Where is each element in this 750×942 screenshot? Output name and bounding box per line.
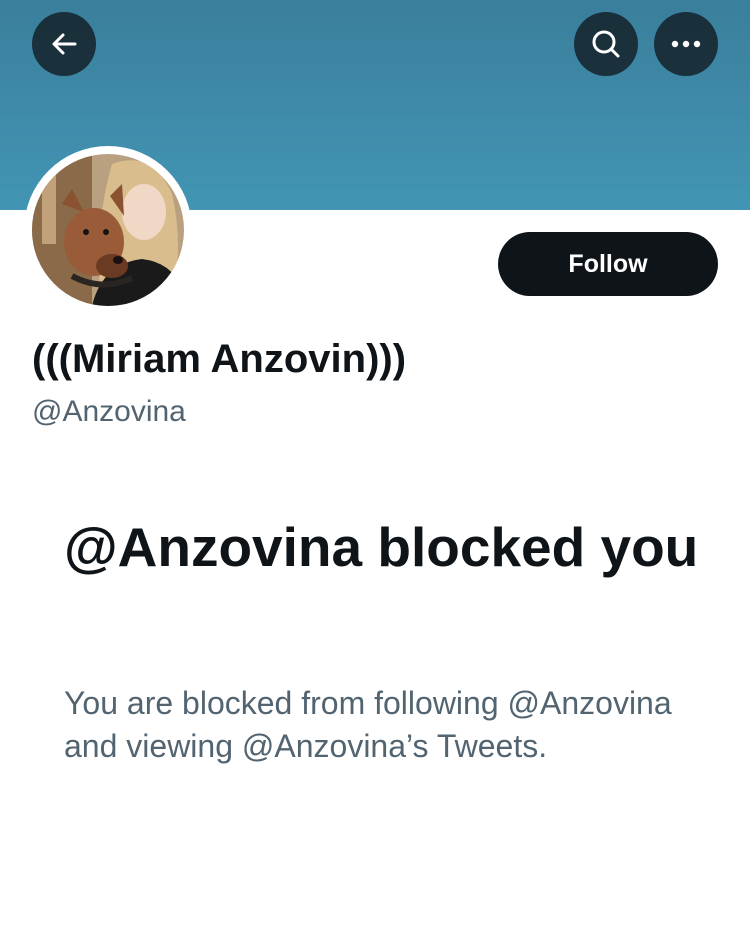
avatar-frame[interactable] <box>24 146 192 314</box>
search-button[interactable] <box>574 12 638 76</box>
back-button[interactable] <box>32 12 96 76</box>
arrow-left-icon <box>49 29 79 59</box>
blocked-description: You are blocked from following @Anzovina… <box>64 685 672 764</box>
search-icon <box>590 28 622 60</box>
avatar[interactable] <box>32 154 184 306</box>
blocked-title: @Anzovina blocked you <box>64 516 699 578</box>
follow-button[interactable]: Follow <box>498 232 718 296</box>
display-name: (((Miriam Anzovin))) <box>32 337 407 381</box>
more-options-button[interactable] <box>654 12 718 76</box>
more-horizontal-icon <box>670 39 702 49</box>
user-handle: @Anzovina <box>32 395 186 428</box>
